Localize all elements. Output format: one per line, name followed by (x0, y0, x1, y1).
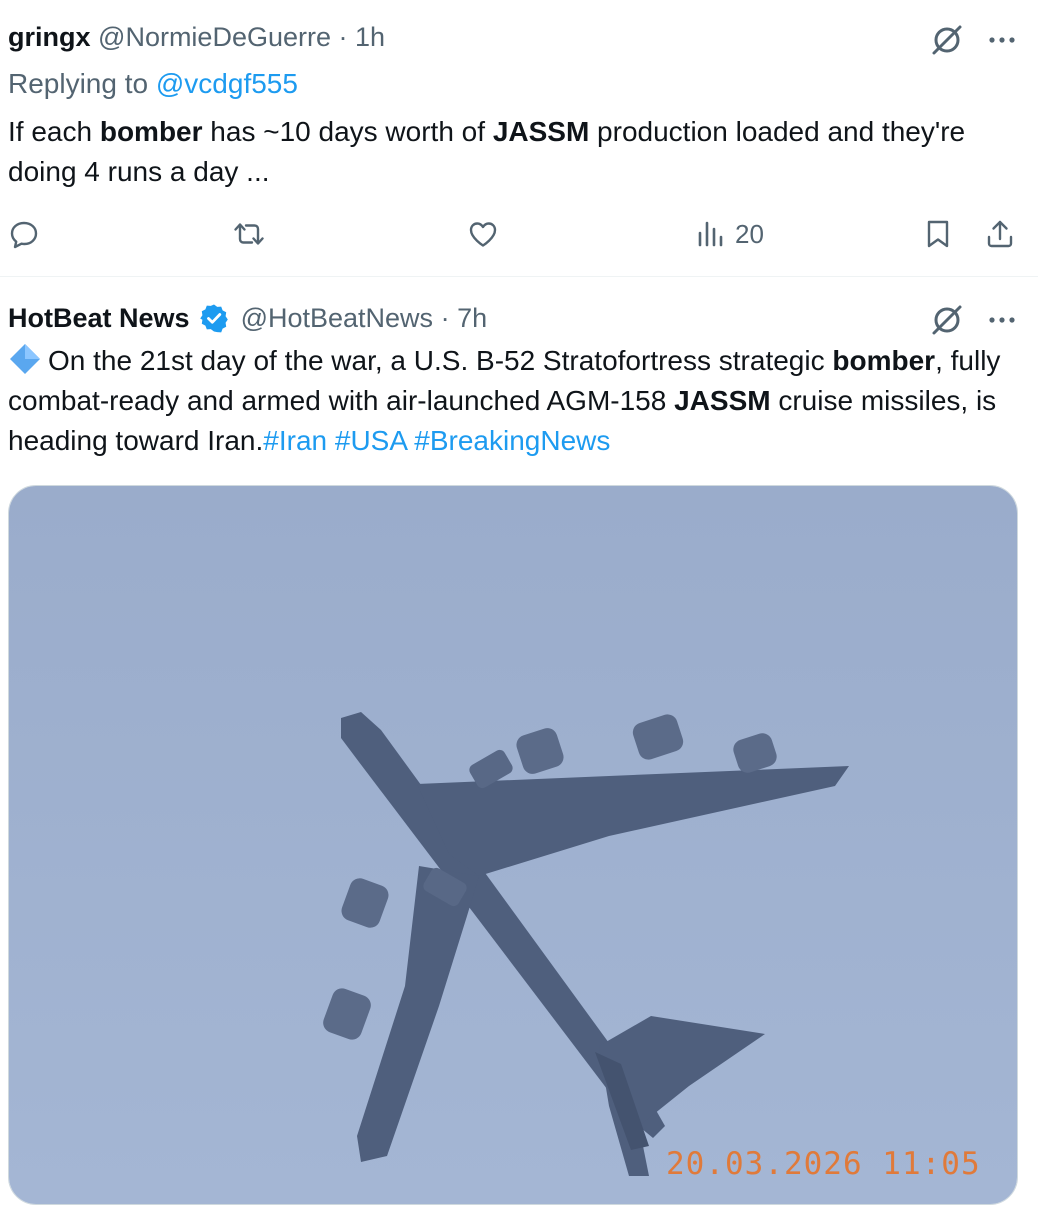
views-button[interactable]: 20 (695, 212, 764, 256)
post-header: HotBeat News @HotBeatNews · 7h (8, 303, 487, 334)
post-media-image[interactable]: 20.03.2026 11:05 (8, 485, 1018, 1205)
reply-post[interactable]: gringx @NormieDeGuerre · 1h Replying to … (0, 0, 1038, 276)
more-icon[interactable] (984, 302, 1020, 338)
post-time[interactable]: 7h (457, 303, 487, 333)
main-post[interactable]: HotBeat News @HotBeatNews · 7h On the 21… (0, 277, 1038, 1205)
text-bold: bomber (99, 116, 203, 147)
hashtag-link[interactable]: #Iran (263, 425, 327, 456)
action-bar: 20 (0, 212, 1038, 256)
post-text: On the 21st day of the war, a U.S. B-52 … (8, 341, 1028, 461)
post-header: gringx @NormieDeGuerre · 1h (8, 22, 385, 53)
user-handle[interactable]: @HotBeatNews (241, 303, 433, 333)
hashtag-link[interactable]: #USA (335, 425, 407, 456)
text-part: On the 21st day of the war, a U.S. B-52 … (48, 345, 833, 376)
post-time[interactable]: 1h (355, 22, 385, 52)
text-part: If each (8, 116, 100, 147)
separator: · (338, 22, 348, 52)
text-bold: JASSM (674, 385, 771, 416)
text-bold: JASSM (492, 116, 590, 147)
blue-diamond-icon (10, 344, 40, 374)
like-icon (469, 222, 497, 247)
grok-icon[interactable] (929, 22, 965, 58)
replying-to-mention[interactable]: @vcdgf555 (156, 68, 298, 99)
photo-timestamp-overlay: 20.03.2026 11:05 (666, 1146, 981, 1182)
user-handle[interactable]: @NormieDeGuerre (98, 22, 331, 52)
bookmark-icon (927, 220, 949, 248)
reply-icon (10, 221, 38, 249)
share-button[interactable] (984, 212, 1016, 256)
grok-icon[interactable] (929, 302, 965, 338)
views-count: 20 (735, 218, 764, 249)
reply-button[interactable] (8, 212, 40, 256)
display-name[interactable]: gringx (8, 22, 91, 52)
display-name[interactable]: HotBeat News (8, 303, 190, 333)
b52-bomber-photo (9, 486, 1017, 1204)
post-text: If each bomber has ~10 days worth of JAS… (8, 112, 1018, 192)
text-bold: bomber (832, 345, 936, 376)
like-button[interactable] (467, 212, 499, 256)
separator: · (440, 303, 450, 333)
text-part: has ~10 days worth of (202, 116, 493, 147)
repost-icon (234, 223, 264, 245)
views-icon (698, 221, 723, 247)
more-icon[interactable] (984, 22, 1020, 58)
replying-prefix: Replying to (8, 68, 149, 99)
share-icon (987, 220, 1013, 248)
replying-to: Replying to @vcdgf555 (8, 68, 298, 100)
verified-badge-icon[interactable] (199, 303, 229, 333)
hashtag-link[interactable]: #BreakingNews (414, 425, 610, 456)
repost-button[interactable] (233, 212, 265, 256)
bookmark-button[interactable] (922, 212, 954, 256)
